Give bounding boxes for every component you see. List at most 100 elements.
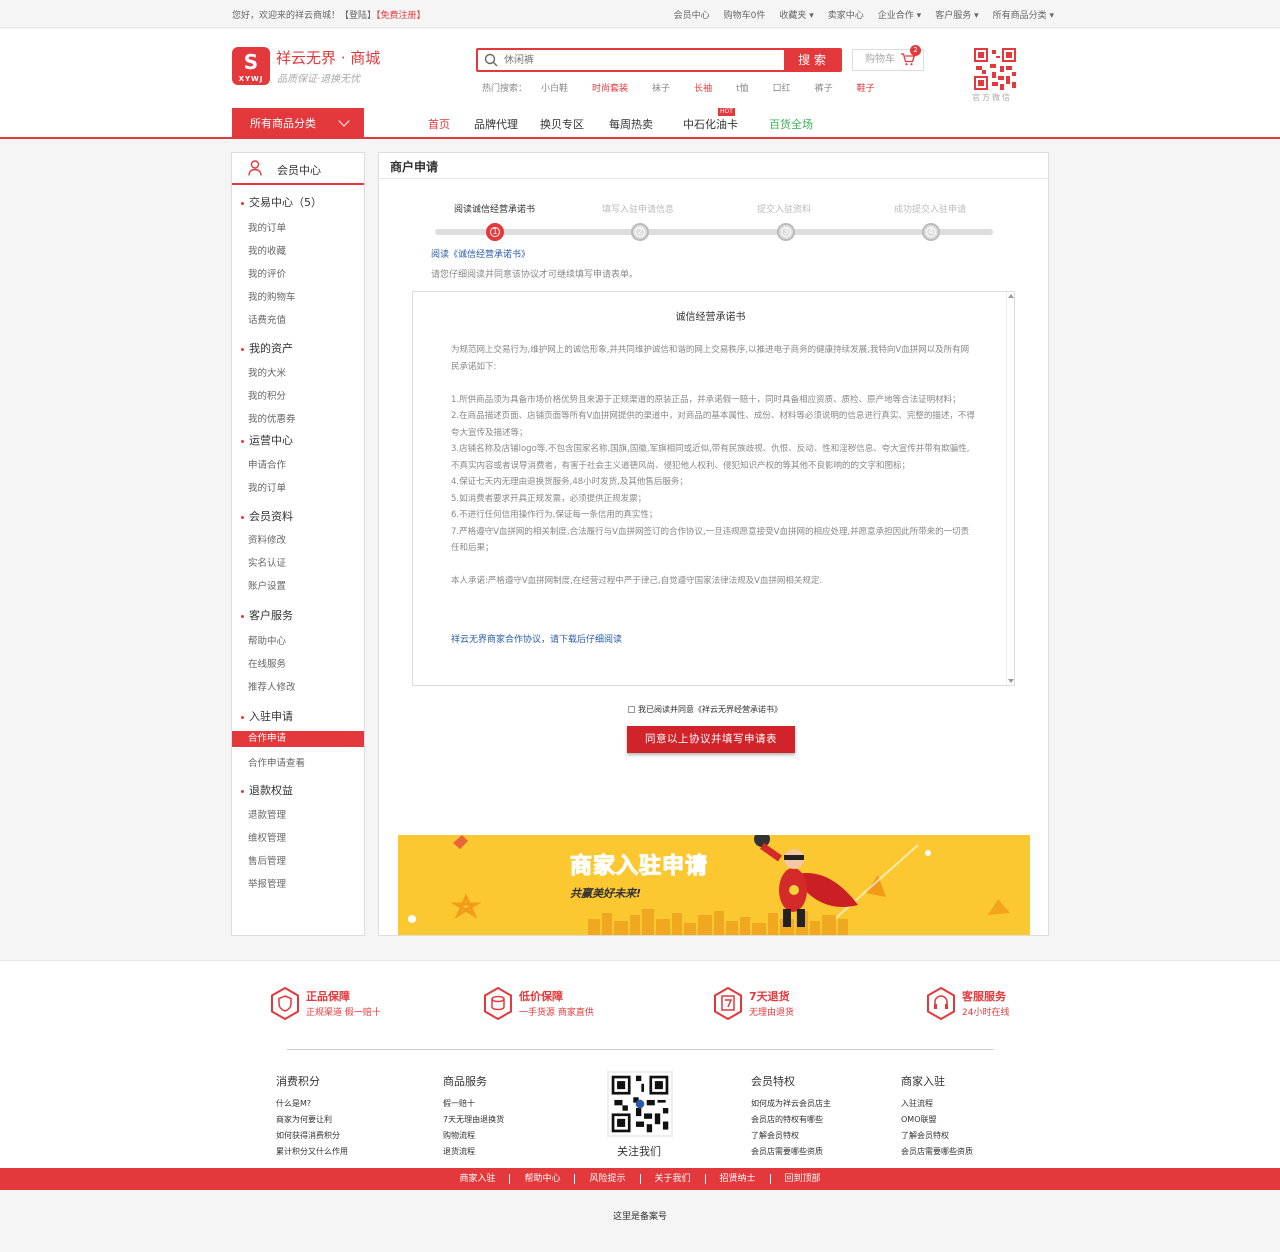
hot-word[interactable]: 鞋子 bbox=[857, 81, 875, 94]
sidebar-item-referrer[interactable]: 推荐人修改 bbox=[248, 679, 296, 693]
footer-link[interactable]: 累计积分又什么作用 bbox=[276, 1144, 348, 1160]
sidebar-item-orders[interactable]: 我的订单 bbox=[248, 480, 286, 494]
logo-icon[interactable]: S XYWJ bbox=[232, 47, 270, 85]
sidebar-section-assets[interactable]: 我的资产 bbox=[241, 340, 293, 356]
cooperation-agreement-link[interactable]: 祥云无界商家合作协议，请下载后仔细阅读 bbox=[451, 632, 622, 645]
sidebar-item-edit-profile[interactable]: 资料修改 bbox=[248, 532, 286, 546]
hot-word[interactable]: 时尚套装 bbox=[592, 81, 628, 94]
sidebar-item-help[interactable]: 帮助中心 bbox=[248, 633, 286, 647]
document-scrollbar[interactable] bbox=[1006, 292, 1014, 685]
sidebar-item-refund-manage[interactable]: 退款管理 bbox=[248, 807, 286, 821]
sidebar-item-report[interactable]: 举报管理 bbox=[248, 876, 286, 890]
sidebar-item-cooperation-view[interactable]: 合作申请查看 bbox=[248, 755, 305, 769]
nav-brand-agency[interactable]: 品牌代理 bbox=[474, 116, 518, 132]
nav-general-store[interactable]: 百货全场 bbox=[769, 116, 813, 132]
sidebar-item-coupons[interactable]: 我的优惠券 bbox=[248, 411, 296, 425]
hot-word[interactable]: 口红 bbox=[773, 81, 791, 94]
sidebar-item-account-settings[interactable]: 账户设置 bbox=[248, 578, 286, 592]
calendar-7-icon bbox=[714, 987, 742, 1020]
sidebar-section-trade[interactable]: 交易中心（5） bbox=[241, 194, 322, 210]
footer-bar-link[interactable]: 风险提示 bbox=[575, 1174, 641, 1184]
sidebar-section-profile[interactable]: 会员资料 bbox=[241, 508, 293, 524]
document-body: 为规范网上交易行为,维护网上的诚信形象,并共同维护诚信和谐的网上交易秩序,以推进… bbox=[451, 342, 975, 590]
sidebar-item-rice[interactable]: 我的大米 bbox=[248, 365, 286, 379]
hot-word[interactable]: 裤子 bbox=[815, 81, 833, 94]
footer-col-member: 会员特权 如何成为祥云会员店主 会员店的特权有哪些 了解会员特权 会员店需要哪些… bbox=[751, 1073, 831, 1160]
login-link[interactable]: 【登陆】 bbox=[340, 11, 376, 21]
nav-home[interactable]: 首页 bbox=[428, 116, 450, 132]
top-link-business[interactable]: 企业合作 ▾ bbox=[878, 8, 921, 21]
sidebar-section-settle[interactable]: 入驻申请 bbox=[241, 708, 293, 724]
commitment-document[interactable]: 诚信经营承诺书 为规范网上交易行为,维护网上的诚信形象,并共同维护诚信和谐的网上… bbox=[412, 291, 1015, 686]
sidebar-item-online-service[interactable]: 在线服务 bbox=[248, 656, 286, 670]
top-link-seller-center[interactable]: 卖家中心 bbox=[828, 8, 864, 21]
search-button[interactable]: 搜 索 bbox=[784, 50, 840, 70]
sidebar-section-service[interactable]: 客户服务 bbox=[241, 607, 293, 623]
footer-link[interactable]: 商家为何要让利 bbox=[276, 1112, 348, 1128]
scroll-down-icon[interactable] bbox=[1008, 679, 1014, 683]
top-link-cart[interactable]: 购物车0件 bbox=[724, 8, 766, 21]
footer-link[interactable]: 如何成为祥云会员店主 bbox=[751, 1096, 831, 1112]
cart-button[interactable]: 购物车 2 bbox=[852, 45, 924, 71]
footer-link[interactable]: 7天无理由退换货 bbox=[443, 1112, 504, 1128]
scroll-up-icon[interactable] bbox=[1008, 294, 1014, 298]
footer-link[interactable]: 购物流程 bbox=[443, 1128, 504, 1144]
agree-checkbox-row[interactable]: 我已阅读并同意《祥云无界经营承诺书》 bbox=[628, 704, 782, 715]
footer-bar-link[interactable]: 帮助中心 bbox=[510, 1174, 576, 1184]
footer-link[interactable]: 如何获得消费积分 bbox=[276, 1128, 348, 1144]
read-commitment-link[interactable]: 阅读《诚信经营承诺书》 bbox=[431, 247, 530, 260]
footer-link[interactable]: 什么是M? bbox=[276, 1096, 348, 1112]
sidebar-header[interactable]: 会员中心 bbox=[232, 153, 364, 185]
hot-word[interactable]: 长袖 bbox=[694, 81, 712, 94]
hot-word[interactable]: 小白鞋 bbox=[541, 81, 568, 94]
top-link-service[interactable]: 客户服务 ▾ bbox=[935, 8, 978, 21]
nav-weekly-hot[interactable]: 每周热卖 bbox=[609, 116, 653, 132]
shield-icon bbox=[271, 987, 299, 1020]
search-input[interactable] bbox=[504, 50, 784, 70]
feature-sub: 无理由退货 bbox=[749, 1008, 795, 1018]
sidebar-item-aftersale[interactable]: 售后管理 bbox=[248, 853, 286, 867]
footer-link[interactable]: 退货流程 bbox=[443, 1144, 504, 1160]
footer-bar-link[interactable]: 关于我们 bbox=[641, 1174, 706, 1184]
merchant-banner[interactable]: 商家入驻申请 共赢美好未来! bbox=[398, 835, 1030, 935]
top-link-favorites[interactable]: 收藏夹 ▾ bbox=[779, 8, 813, 21]
hot-word[interactable]: 袜子 bbox=[652, 81, 670, 94]
footer-col-title: 会员特权 bbox=[751, 1075, 795, 1088]
sidebar-item-verification[interactable]: 实名认证 bbox=[248, 555, 286, 569]
step-circle-2: 2 bbox=[631, 223, 649, 241]
footer-bar-link[interactable]: 招贤纳士 bbox=[706, 1174, 771, 1184]
footer-link[interactable]: 假一赔十 bbox=[443, 1096, 504, 1112]
sidebar-item-points[interactable]: 我的积分 bbox=[248, 388, 286, 402]
footer-link[interactable]: 会员店需要哪些资质 bbox=[901, 1144, 973, 1160]
sidebar-section-operations[interactable]: 运营中心 bbox=[241, 432, 293, 448]
footer-link[interactable]: 会员店需要哪些资质 bbox=[751, 1144, 831, 1160]
footer-link[interactable]: OMO联盟 bbox=[901, 1112, 973, 1128]
all-categories-button[interactable]: 所有商品分类 bbox=[232, 108, 364, 139]
agree-submit-button[interactable]: 同意以上协议并填写申请表 bbox=[627, 726, 795, 753]
agree-checkbox[interactable] bbox=[628, 706, 635, 713]
footer-link[interactable]: 入驻流程 bbox=[901, 1096, 973, 1112]
hot-word[interactable]: t恤 bbox=[736, 81, 749, 94]
footer-link[interactable]: 会员店的特权有哪些 bbox=[751, 1112, 831, 1128]
top-link-member-center[interactable]: 会员中心 bbox=[674, 8, 710, 21]
footer-bar-link[interactable]: 商家入驻 bbox=[445, 1174, 511, 1184]
sidebar-section-refund[interactable]: 退款权益 bbox=[241, 782, 293, 798]
nav-exchange-zone[interactable]: 换贝专区 bbox=[540, 116, 584, 132]
footer-col-points: 消费积分 什么是M? 商家为何要让利 如何获得消费积分 累计积分又什么作用 bbox=[276, 1073, 348, 1160]
sidebar-item-apply-cooperation[interactable]: 申请合作 bbox=[248, 457, 286, 471]
logo-title[interactable]: 祥云无界 · 商城 bbox=[276, 47, 380, 68]
sidebar-item-cooperation-apply[interactable]: 合作申请 bbox=[232, 731, 364, 747]
sidebar-item-reviews[interactable]: 我的评价 bbox=[248, 266, 286, 280]
sidebar-item-recharge[interactable]: 话费充值 bbox=[248, 312, 286, 326]
nav-fuel-card[interactable]: 中石化油卡 bbox=[683, 116, 738, 132]
sidebar-item-favorites[interactable]: 我的收藏 bbox=[248, 243, 286, 257]
sidebar-item-cart[interactable]: 我的购物车 bbox=[248, 289, 296, 303]
top-link-all-categories[interactable]: 所有商品分类 ▾ bbox=[993, 8, 1054, 21]
sidebar-item-rights-manage[interactable]: 维权管理 bbox=[248, 830, 286, 844]
register-link[interactable]: 【免费注册】 bbox=[376, 11, 426, 21]
back-to-top-link[interactable]: 回到顶部 bbox=[771, 1174, 835, 1184]
footer-link[interactable]: 了解会员特权 bbox=[751, 1128, 831, 1144]
footer-link[interactable]: 了解会员特权 bbox=[901, 1128, 973, 1144]
step-label-2: 填写入驻申请信息 bbox=[602, 205, 675, 215]
sidebar-item-my-orders[interactable]: 我的订单 bbox=[248, 220, 286, 234]
